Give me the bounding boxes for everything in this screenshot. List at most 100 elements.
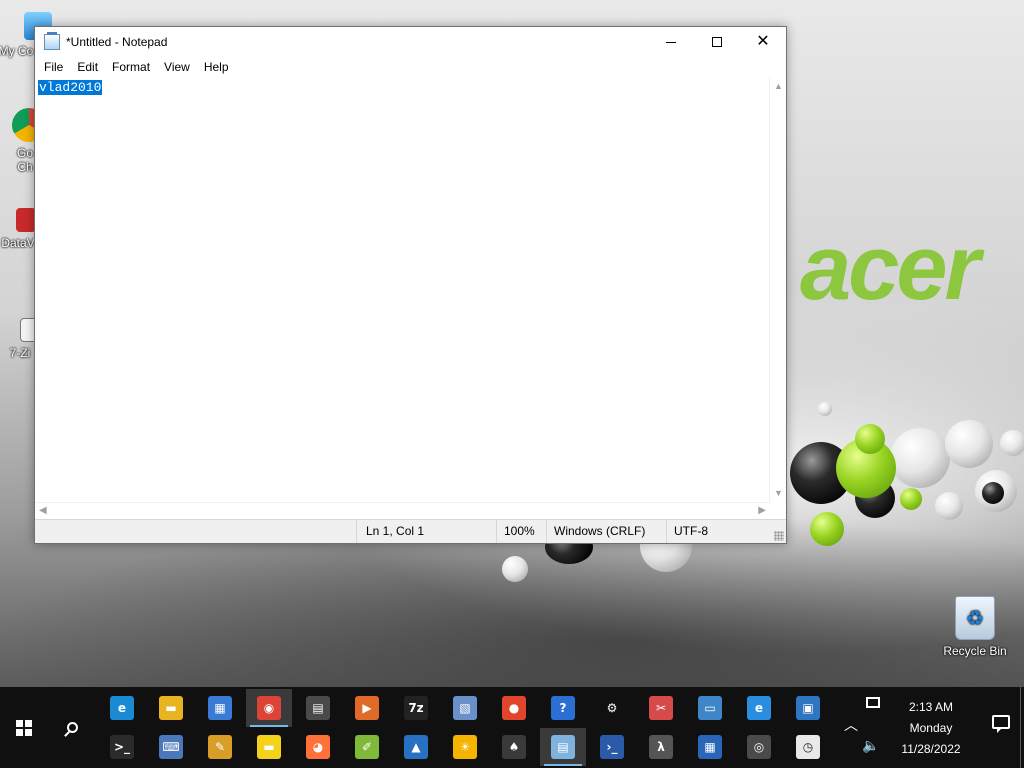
taskbar: e ▬ ▦ ◉ ▤ ▶ 7z ▧ ●? ⚙ ✂ ▭ e ▣ >_ ⌨ ✎ ▬ ◕ ✐ ▲ ☀ ♠ ▤ ›_ λ ▦ ◎ ◷ ︿ 🔈 2…	[0, 687, 1024, 768]
file-explorer-icon: ▬	[159, 696, 183, 720]
taskbar-button[interactable]: 7z	[393, 689, 439, 727]
selected-text: vlad2010	[38, 80, 103, 95]
scroll-right-icon[interactable]: ▶	[758, 505, 766, 516]
taskbar-button[interactable]: ✐	[344, 728, 390, 766]
taskbar-button[interactable]: ☀	[442, 728, 488, 766]
desktop-icon-7zip[interactable]: 7-Zi	[2, 318, 38, 360]
notepad-window[interactable]: *Untitled - Notepad ✕ File Edit Format V…	[34, 26, 787, 544]
search-button[interactable]	[48, 687, 96, 768]
wallpaper-sphere	[935, 492, 963, 520]
desktop-icon-chrome[interactable]: Go Ch	[0, 108, 46, 174]
show-desktop-button[interactable]	[1020, 687, 1024, 768]
wallpaper-sphere	[900, 488, 922, 510]
weather-icon: ☀	[453, 735, 477, 759]
text-editor[interactable]: vlad2010	[35, 77, 770, 531]
desktop-icon-datav[interactable]: DataV	[0, 208, 38, 250]
photos-icon: ▲	[404, 735, 428, 759]
recycle-bin-icon	[955, 596, 995, 640]
taskbar-button[interactable]: ⌨	[148, 728, 194, 766]
taskbar-button[interactable]: ▭	[687, 689, 733, 727]
internet-explorer-icon: e	[747, 696, 771, 720]
scroll-down-icon[interactable]: ▼	[774, 488, 783, 498]
maps-icon: ●	[502, 696, 526, 720]
close-button[interactable]: ✕	[740, 27, 786, 57]
taskbar-button[interactable]: ◉	[246, 689, 292, 727]
taskbar-button[interactable]: ◎	[736, 728, 782, 766]
scroll-up-icon[interactable]: ▲	[774, 81, 783, 91]
menu-help[interactable]: Help	[197, 60, 236, 74]
taskbar-button[interactable]: ▤	[540, 728, 586, 766]
taskbar-button[interactable]: ▦	[197, 689, 243, 727]
desktop-icon-my-computer[interactable]: My Co	[0, 12, 52, 58]
show-hidden-icons-button[interactable]: ︿	[844, 715, 858, 735]
taskbar-button[interactable]: ✂	[638, 689, 684, 727]
action-center-icon[interactable]	[992, 715, 1010, 733]
calculator-icon: ▤	[306, 696, 330, 720]
scroll-left-icon[interactable]: ◀	[39, 505, 47, 516]
close-icon: ✕	[756, 33, 770, 50]
horizontal-scrollbar[interactable]: ◀ ▶	[35, 502, 770, 519]
taskbar-button[interactable]: ▬	[148, 689, 194, 727]
settings-icon: ⚙	[600, 696, 624, 720]
editor-content: vlad2010	[38, 80, 103, 95]
desktop-icon-label: DataV	[1, 236, 35, 250]
clock[interactable]: 2:13 AM Monday 11/28/2022	[886, 697, 976, 760]
taskbar-button[interactable]: ?	[540, 689, 586, 727]
start-button[interactable]	[0, 687, 48, 768]
cmd-icon: >_	[110, 735, 134, 759]
firefox-icon: ◕	[306, 735, 330, 759]
chrome-icon: ◉	[257, 696, 281, 720]
minimize-icon	[666, 41, 676, 43]
wallpaper-sphere	[945, 420, 993, 468]
taskbar-button[interactable]: ◷	[785, 728, 831, 766]
taskbar-button[interactable]: >_	[99, 728, 145, 766]
resize-grip-icon[interactable]	[774, 531, 784, 541]
taskbar-button[interactable]: ⚙	[589, 689, 635, 727]
clock-date: 11/28/2022	[901, 742, 961, 756]
taskbar-button[interactable]: ▲	[393, 728, 439, 766]
menu-view[interactable]: View	[157, 60, 197, 74]
7zip-icon: 7z	[404, 696, 428, 720]
powershell-icon: ›_	[600, 735, 624, 759]
maximize-button[interactable]	[694, 27, 740, 57]
datav-icon	[16, 208, 36, 232]
taskbar-button[interactable]: ●	[491, 689, 537, 727]
desktop-icon-label: My Co	[0, 44, 34, 58]
taskbar-button[interactable]: e	[736, 689, 782, 727]
taskbar-button[interactable]: ▬	[246, 728, 292, 766]
desktop-icon-label: Go Ch	[16, 146, 33, 174]
wallpaper-sphere	[855, 424, 885, 454]
window-title: *Untitled - Notepad	[66, 35, 168, 49]
minimize-button[interactable]	[648, 27, 694, 57]
notepad-icon	[44, 32, 60, 50]
taskbar-button[interactable]: ›_	[589, 728, 635, 766]
acer-logo: acer	[800, 217, 980, 319]
paint-icon: ✎	[208, 735, 232, 759]
taskbar-button[interactable]: ▶	[344, 689, 390, 727]
taskbar-button[interactable]: ✎	[197, 728, 243, 766]
remote-desktop-icon: ▭	[698, 696, 722, 720]
desktop-icon-recycle-bin[interactable]: Recycle Bin	[942, 596, 1008, 658]
menu-format[interactable]: Format	[105, 60, 157, 74]
notepad-icon: ▤	[551, 735, 575, 759]
taskbar-button[interactable]: ◕	[295, 728, 341, 766]
encoding: UTF-8	[666, 520, 786, 543]
taskbar-button[interactable]: λ	[638, 728, 684, 766]
camera-icon: ◎	[747, 735, 771, 759]
title-bar[interactable]: *Untitled - Notepad ✕	[35, 27, 786, 57]
taskbar-button[interactable]: ▤	[295, 689, 341, 727]
taskbar-button[interactable]: e	[99, 689, 145, 727]
system-tray: ︿ 🔈 2:13 AM Monday 11/28/2022	[844, 687, 1024, 768]
taskbar-button[interactable]: ▣	[785, 689, 831, 727]
volume-icon[interactable]: 🔈	[862, 737, 879, 754]
taskbar-button[interactable]: ▧	[442, 689, 488, 727]
wallpaper-sphere	[982, 482, 1004, 504]
taskbar-button[interactable]: ▦	[687, 728, 733, 766]
menu-edit[interactable]: Edit	[70, 60, 105, 74]
menu-file[interactable]: File	[37, 60, 70, 74]
network-icon[interactable]	[866, 697, 880, 708]
maximize-icon	[712, 37, 722, 47]
taskbar-button[interactable]: ♠	[491, 728, 537, 766]
vertical-scrollbar[interactable]: ▲ ▼	[769, 77, 786, 502]
snipping-tool-icon: ✂	[649, 696, 673, 720]
